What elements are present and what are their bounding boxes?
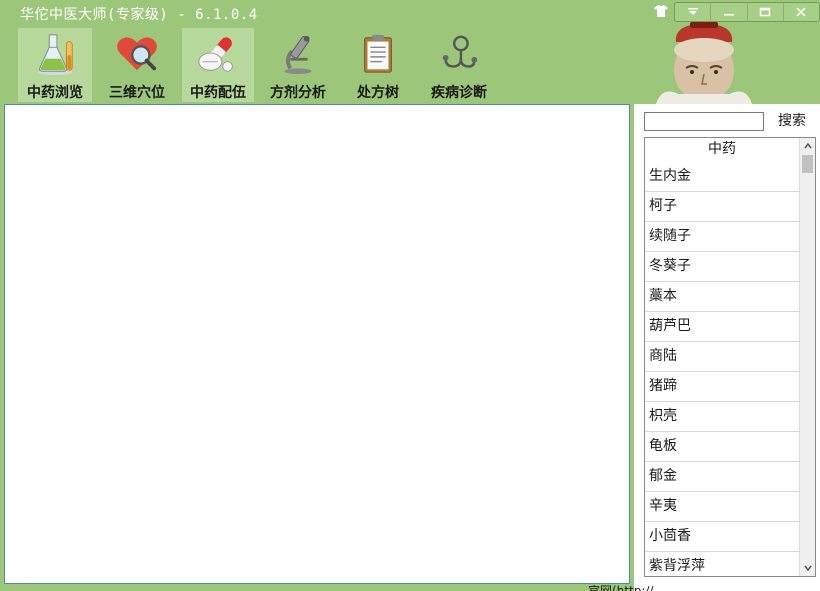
list-item[interactable]: 冬葵子 [645,252,799,282]
main-toolbar: 中药浏览 三维穴位 中药配伍 方剂分析 处方树 疾病诊断 [18,28,504,102]
menu-dropdown-button[interactable] [675,3,712,21]
app-window: 华佗中医大师(专家级) - 6.1.0.4 中药浏览 三维穴位 中药配伍 方剂分… [0,0,820,591]
maximize-button[interactable] [748,3,784,21]
list-item[interactable]: 紫背浮萍 [645,552,799,576]
list-scrollbar[interactable] [799,138,815,576]
scroll-thumb[interactable] [802,155,813,173]
close-button[interactable] [784,3,819,21]
tool-prescription-tree[interactable]: 处方树 [342,28,414,102]
list-item[interactable]: 柯子 [645,192,799,222]
pills-icon [198,37,233,72]
stethoscope-icon [442,35,478,68]
list-rows: 生内金 柯子 续随子 冬葵子 藁本 葫芦巴 商陆 猪蹄 枳壳 龟板 郁金 辛夷 … [645,162,799,576]
tool-disease-diagnosis[interactable]: 疾病诊断 [414,28,504,102]
list-item[interactable]: 商陆 [645,342,799,372]
list-item[interactable]: 猪蹄 [645,372,799,402]
scroll-up-button[interactable] [800,138,815,154]
tool-label: 处方树 [357,85,399,101]
skin-shirt-icon[interactable] [652,4,670,22]
list-item[interactable]: 枳壳 [645,402,799,432]
tool-label: 中药配伍 [190,85,246,101]
tool-prescription-analysis[interactable]: 方剂分析 [254,28,342,102]
doctor-portrait-icon [656,22,752,104]
chevron-down-icon [804,565,812,571]
microscope-icon [284,35,312,75]
maximize-icon [759,7,771,17]
chevron-up-icon [804,143,812,149]
tool-label: 方剂分析 [270,85,326,101]
list-header: 中药 [708,141,736,157]
herb-sidebar: 搜索 中药 生内金 柯子 续随子 冬葵子 藁本 葫芦巴 商陆 猪蹄 枳壳 龟板 … [634,104,820,591]
search-input[interactable] [644,112,764,131]
list-item[interactable]: 龟板 [645,432,799,462]
window-controls [674,2,820,22]
list-item[interactable]: 生内金 [645,162,799,192]
content-panel [4,104,630,584]
list-item[interactable]: 辛夷 [645,492,799,522]
tool-label: 三维穴位 [109,85,165,101]
list-item[interactable]: 小茴香 [645,522,799,552]
minimize-icon [723,14,734,16]
herb-list: 中药 生内金 柯子 续随子 冬葵子 藁本 葫芦巴 商陆 猪蹄 枳壳 龟板 郁金 … [644,137,816,577]
list-item[interactable]: 续随子 [645,222,799,252]
list-item[interactable]: 郁金 [645,462,799,492]
scroll-down-button[interactable] [800,560,815,576]
list-item[interactable]: 藁本 [645,282,799,312]
dropdown-icon [687,8,698,15]
tool-label: 疾病诊断 [431,85,487,101]
clipboard-icon [364,34,392,73]
list-item[interactable]: 葫芦巴 [645,312,799,342]
heart-magnifier-icon [117,37,157,71]
close-icon [796,7,806,17]
flask-icon [37,34,73,76]
minimize-button[interactable] [711,3,748,21]
tool-3d-acupoints[interactable]: 三维穴位 [92,28,182,102]
status-text: 官网(http:// [588,584,654,591]
window-title: 华佗中医大师(专家级) - 6.1.0.4 [20,7,258,23]
search-button[interactable]: 搜索 [772,110,812,132]
tool-herb-browse[interactable]: 中药浏览 [18,28,92,102]
tool-herb-compatibility[interactable]: 中药配伍 [182,28,254,102]
tool-label: 中药浏览 [27,85,83,101]
